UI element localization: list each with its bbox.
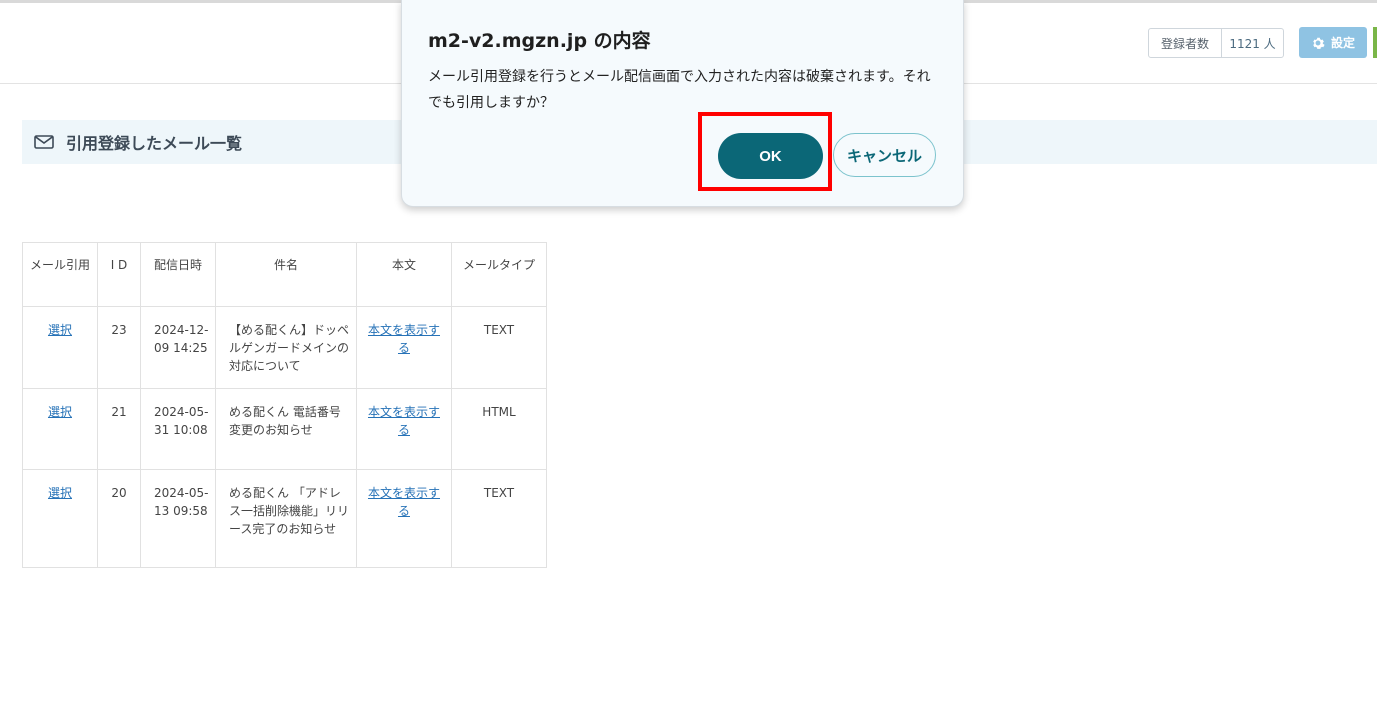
column-header-subject: 件名	[215, 242, 357, 307]
subject-cell: める配くん 「アドレス一括削除機能」リリース完了のお知らせ	[215, 469, 357, 568]
select-link[interactable]: 選択	[48, 486, 72, 500]
table-row: 選択 21 2024-05-31 10:08 める配くん 電話番号変更のお知らせ…	[22, 388, 547, 470]
column-header-date: 配信日時	[140, 242, 216, 307]
confirm-dialog: m2-v2.mgzn.jp の内容 メール引用登録を行うとメール配信画面で入力さ…	[401, 0, 964, 207]
green-button-edge[interactable]	[1373, 27, 1377, 58]
body-cell: 本文を表示する	[356, 306, 452, 389]
show-body-link[interactable]: 本文を表示する	[368, 323, 440, 355]
column-header-body: 本文	[356, 242, 452, 307]
select-link[interactable]: 選択	[48, 405, 72, 419]
select-cell: 選択	[22, 469, 98, 568]
quoted-mail-table: メール引用 I D 配信日時 件名 本文 メールタイプ 選択 23 2024-1…	[22, 242, 547, 568]
select-cell: 選択	[22, 388, 98, 470]
ok-button-highlight-box	[698, 112, 832, 191]
subscriber-count-label: 登録者数	[1149, 29, 1222, 57]
section-title: 引用登録したメール一覧	[66, 134, 243, 153]
settings-label: 設定	[1330, 36, 1355, 50]
column-header-type: メールタイプ	[451, 242, 547, 307]
envelope-icon	[34, 135, 54, 149]
gear-icon	[1313, 37, 1325, 49]
subscriber-count-badge: 登録者数 1121 人	[1148, 28, 1284, 58]
column-header-id: I D	[97, 242, 141, 307]
type-cell: TEXT	[451, 306, 547, 389]
id-cell: 23	[97, 306, 141, 389]
table-row: 選択 23 2024-12-09 14:25 【める配くん】ドッペルゲンガードメ…	[22, 306, 547, 389]
type-cell: TEXT	[451, 469, 547, 568]
subject-cell: 【める配くん】ドッペルゲンガードメインの対応について	[215, 306, 357, 389]
subscriber-count-value: 1121 人	[1229, 36, 1276, 51]
show-body-link[interactable]: 本文を表示する	[368, 486, 440, 518]
select-cell: 選択	[22, 306, 98, 389]
date-cell: 2024-12-09 14:25	[140, 306, 216, 389]
id-cell: 21	[97, 388, 141, 470]
dialog-title: m2-v2.mgzn.jp の内容	[428, 30, 651, 52]
table-row: 選択 20 2024-05-13 09:58 める配くん 「アドレス一括削除機能…	[22, 469, 547, 568]
dialog-message: メール引用登録を行うとメール配信画面で入力された内容は破棄されます。それでも引用…	[428, 69, 931, 111]
cancel-button[interactable]: キャンセル	[833, 133, 936, 177]
id-cell: 20	[97, 469, 141, 568]
settings-button[interactable]: 設定	[1299, 27, 1367, 58]
show-body-link[interactable]: 本文を表示する	[368, 405, 440, 437]
date-cell: 2024-05-13 09:58	[140, 469, 216, 568]
subject-cell: める配くん 電話番号変更のお知らせ	[215, 388, 357, 470]
date-cell: 2024-05-31 10:08	[140, 388, 216, 470]
select-link[interactable]: 選択	[48, 323, 72, 337]
column-header-quote: メール引用	[22, 242, 98, 307]
body-cell: 本文を表示する	[356, 388, 452, 470]
type-cell: HTML	[451, 388, 547, 470]
table-header-row: メール引用 I D 配信日時 件名 本文 メールタイプ	[22, 242, 547, 307]
body-cell: 本文を表示する	[356, 469, 452, 568]
